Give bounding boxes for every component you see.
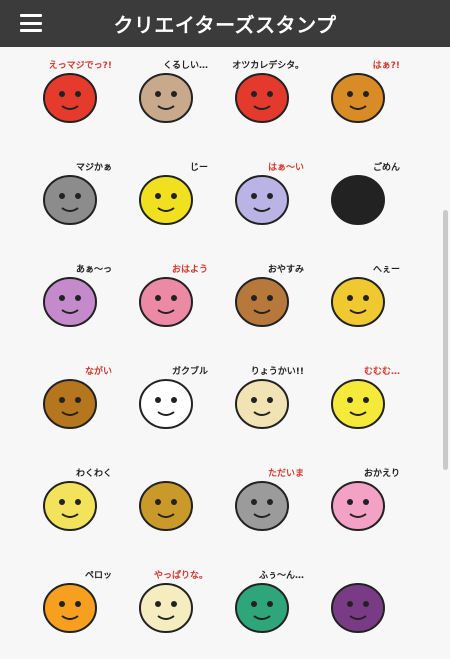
yellow-cat-sticker-caption: むむむ… bbox=[364, 366, 400, 377]
kurushii-sticker[interactable]: くるしい… bbox=[130, 58, 210, 134]
grandma-sticker-image: あぁ～っ bbox=[43, 264, 112, 327]
koala-sticker-caption: ただいま bbox=[268, 468, 304, 479]
dog-sticker[interactable]: りょうかい!! bbox=[226, 364, 306, 440]
sheep-sticker[interactable]: ガクブル bbox=[130, 364, 210, 440]
sheep-sticker-caption: ガクブル bbox=[172, 365, 208, 377]
pink-cat-sticker-image: おかえり bbox=[331, 468, 400, 531]
round-sticker[interactable]: ペロッ bbox=[34, 568, 114, 644]
bear2-sticker[interactable]: やっぱりな。 bbox=[130, 568, 210, 644]
otsukare-fish-sticker-caption: オツカレデシタ。 bbox=[232, 59, 304, 71]
pink-cat-sticker-caption: おかえり bbox=[364, 468, 400, 479]
lion-sticker[interactable]: はぁ?! bbox=[322, 58, 402, 134]
otter-sticker-image bbox=[331, 583, 385, 633]
yellow-cat-sticker-image: むむむ… bbox=[331, 366, 400, 429]
grandma-sticker-caption: あぁ～っ bbox=[76, 264, 112, 275]
scrollbar[interactable] bbox=[443, 210, 448, 470]
hamburger-menu-icon[interactable] bbox=[20, 14, 42, 32]
ferret-sticker-caption: ながい bbox=[85, 365, 112, 377]
parrot-sticker-image: えっマジでっ?! bbox=[43, 60, 112, 123]
bear-sticker-image: おやすみ bbox=[235, 264, 304, 327]
sticker-grid: えっマジでっ?! くるしい… オツカレデシタ。 はぁ?! マジかぁ じー はぁ～い ごめんあぁ… bbox=[34, 58, 402, 644]
panda-sticker-image: ごめん bbox=[331, 161, 400, 225]
gorilla-sticker-caption: マジかぁ bbox=[76, 162, 112, 173]
bear-sticker-caption: おやすみ bbox=[268, 264, 304, 275]
lion2-sticker[interactable]: わくわく bbox=[34, 466, 114, 542]
otsukare-fish-sticker[interactable]: オツカレデシタ。 bbox=[226, 58, 306, 134]
ferret-sticker-image: ながい bbox=[43, 365, 112, 429]
panda-sticker-caption: ごめん bbox=[373, 161, 400, 173]
cat-sticker-image: へぇー bbox=[331, 265, 400, 327]
cat-sticker[interactable]: へぇー bbox=[322, 262, 402, 338]
pink-cat-sticker[interactable]: おかえり bbox=[322, 466, 402, 542]
bird-sticker-caption: はぁ～い bbox=[268, 162, 304, 173]
gorilla-sticker[interactable]: マジかぁ bbox=[34, 160, 114, 236]
parrot-sticker-caption: えっマジでっ?! bbox=[49, 60, 112, 71]
bird-sticker-image: はぁ～い bbox=[235, 162, 304, 225]
sheep-sticker-image: ガクブル bbox=[139, 365, 208, 429]
ferret-sticker[interactable]: ながい bbox=[34, 364, 114, 440]
fox-sticker[interactable] bbox=[130, 466, 210, 542]
rabbit-sticker[interactable]: おはよう bbox=[130, 262, 210, 338]
page-title: クリエイターズスタンプ bbox=[113, 13, 337, 37]
bear2-sticker-image: やっぱりな。 bbox=[139, 569, 208, 633]
bear2-sticker-caption: やっぱりな。 bbox=[154, 569, 208, 581]
lion2-sticker-image: わくわく bbox=[43, 468, 112, 531]
green-dog-sticker-image: ふぅ～ん… bbox=[235, 570, 304, 633]
kurushii-sticker-image: くるしい… bbox=[139, 60, 208, 123]
giraffe-sticker-caption: じー bbox=[190, 162, 208, 173]
otter-sticker[interactable] bbox=[322, 568, 402, 644]
panda-sticker[interactable]: ごめん bbox=[322, 160, 402, 236]
giraffe-sticker[interactable]: じー bbox=[130, 160, 210, 236]
cat-sticker-caption: へぇー bbox=[373, 265, 400, 275]
lion2-sticker-caption: わくわく bbox=[76, 468, 112, 479]
kurushii-sticker-caption: くるしい… bbox=[163, 60, 208, 71]
koala-sticker-image: ただいま bbox=[235, 468, 304, 531]
gorilla-sticker-image: マジかぁ bbox=[43, 162, 112, 225]
bear-sticker[interactable]: おやすみ bbox=[226, 262, 306, 338]
green-dog-sticker-caption: ふぅ～ん… bbox=[259, 570, 304, 581]
lion-sticker-image: はぁ?! bbox=[331, 60, 400, 123]
dog-sticker-image: りょうかい!! bbox=[235, 366, 304, 429]
bird-sticker[interactable]: はぁ～い bbox=[226, 160, 306, 236]
koala-sticker[interactable]: ただいま bbox=[226, 466, 306, 542]
green-dog-sticker[interactable]: ふぅ～ん… bbox=[226, 568, 306, 644]
yellow-cat-sticker[interactable]: むむむ… bbox=[322, 364, 402, 440]
parrot-sticker[interactable]: えっマジでっ?! bbox=[34, 58, 114, 134]
dog-sticker-caption: りょうかい!! bbox=[251, 366, 304, 377]
rabbit-sticker-image: おはよう bbox=[139, 264, 208, 327]
grandma-sticker[interactable]: あぁ～っ bbox=[34, 262, 114, 338]
round-sticker-caption: ペロッ bbox=[85, 570, 112, 581]
fox-sticker-image bbox=[139, 481, 193, 531]
giraffe-sticker-image: じー bbox=[139, 162, 208, 225]
rabbit-sticker-caption: おはよう bbox=[172, 264, 208, 275]
lion-sticker-caption: はぁ?! bbox=[373, 60, 400, 71]
app-header: クリエイターズスタンプ bbox=[0, 0, 450, 47]
round-sticker-image: ペロッ bbox=[43, 570, 112, 633]
otsukare-fish-sticker-image: オツカレデシタ。 bbox=[232, 59, 304, 123]
